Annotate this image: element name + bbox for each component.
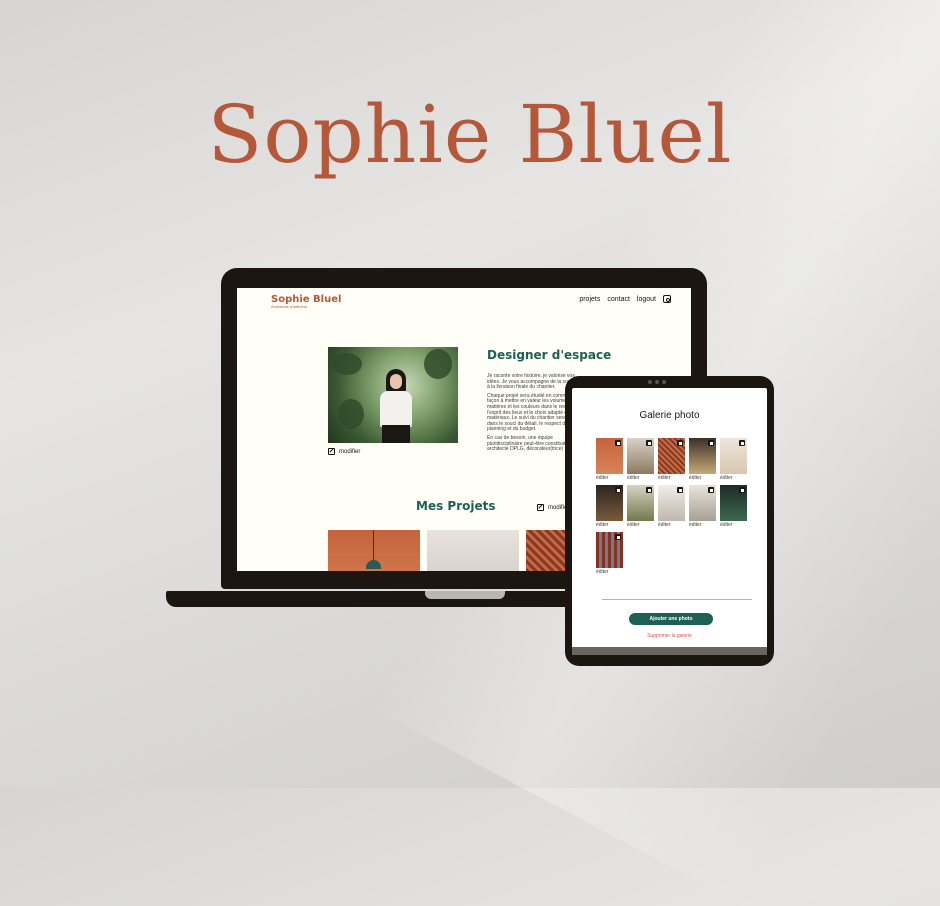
- about-title: Designer d'espace: [487, 348, 612, 362]
- trash-icon[interactable]: [615, 487, 621, 493]
- gallery-edit-label[interactable]: éditer: [596, 522, 623, 528]
- trash-icon[interactable]: [708, 487, 714, 493]
- gallery-item[interactable]: éditer: [596, 485, 623, 528]
- gallery-thumb: [596, 438, 623, 474]
- portrait-photo: [328, 347, 458, 443]
- gallery-edit-label[interactable]: éditer: [720, 475, 747, 481]
- gallery-thumb: [658, 438, 685, 474]
- portrait-shirt: [380, 391, 412, 427]
- lamp-shade: [366, 560, 381, 569]
- gallery-thumb: [596, 532, 623, 568]
- gallery-thumb: [689, 438, 716, 474]
- gallery-edit-label[interactable]: éditer: [658, 475, 685, 481]
- about-edit-button[interactable]: modifier: [328, 448, 360, 455]
- nav-link-logout[interactable]: logout: [637, 296, 656, 303]
- gallery-edit-label[interactable]: éditer: [658, 522, 685, 528]
- trash-icon[interactable]: [615, 440, 621, 446]
- gallery-thumb: [596, 485, 623, 521]
- gallery-thumb: [720, 438, 747, 474]
- edit-icon: [537, 504, 544, 511]
- foliage: [332, 353, 362, 375]
- trash-icon[interactable]: [677, 440, 683, 446]
- lamp-cord: [373, 530, 374, 562]
- trash-icon[interactable]: [708, 440, 714, 446]
- site-nav: projets contact logout: [579, 295, 671, 303]
- background-page-strip: [572, 647, 767, 655]
- gallery-item[interactable]: éditer: [596, 532, 623, 575]
- gallery-item[interactable]: éditer: [720, 438, 747, 481]
- tablet-mockup: Galerie photo éditer éditer éditer édite…: [565, 376, 774, 666]
- trash-icon[interactable]: [739, 440, 745, 446]
- gallery-item[interactable]: éditer: [689, 485, 716, 528]
- modal-divider: [602, 599, 752, 600]
- project-thumbnail[interactable]: [427, 530, 519, 571]
- gallery-edit-label[interactable]: éditer: [689, 475, 716, 481]
- trash-icon[interactable]: [646, 440, 652, 446]
- gallery-item[interactable]: éditer: [627, 438, 654, 481]
- about-edit-label: modifier: [339, 448, 361, 455]
- laptop-notch: [425, 591, 505, 599]
- edit-icon: [328, 448, 335, 455]
- site-logo[interactable]: Sophie Bluel Architecte d'intérieur: [271, 294, 341, 309]
- gallery-thumb: [720, 485, 747, 521]
- camera-dot: [662, 380, 666, 384]
- delete-gallery-link[interactable]: Supprimer la galerie: [572, 633, 767, 639]
- gallery-edit-label[interactable]: éditer: [596, 475, 623, 481]
- gallery-item[interactable]: éditer: [658, 438, 685, 481]
- gallery-edit-label[interactable]: éditer: [689, 522, 716, 528]
- gallery-modal: Galerie photo éditer éditer éditer édite…: [572, 388, 767, 655]
- hero-title: Sophie Bluel: [207, 88, 733, 181]
- camera-dot: [655, 380, 659, 384]
- gallery-item[interactable]: éditer: [689, 438, 716, 481]
- gallery-edit-label[interactable]: éditer: [596, 569, 623, 575]
- gallery-grid: éditer éditer éditer éditer éditer édite…: [596, 438, 756, 575]
- nav-link-projects[interactable]: projets: [579, 296, 600, 303]
- foliage: [424, 349, 452, 379]
- camera-dot: [648, 380, 652, 384]
- modal-title: Galerie photo: [639, 410, 700, 421]
- gallery-item[interactable]: éditer: [720, 485, 747, 528]
- trash-icon[interactable]: [739, 487, 745, 493]
- gallery-edit-label[interactable]: éditer: [627, 522, 654, 528]
- trash-icon[interactable]: [646, 487, 652, 493]
- project-thumbnail[interactable]: [328, 530, 420, 571]
- gallery-thumb: [627, 485, 654, 521]
- instagram-icon[interactable]: [663, 295, 671, 303]
- trash-icon[interactable]: [615, 534, 621, 540]
- trash-icon[interactable]: [677, 487, 683, 493]
- foliage: [338, 399, 364, 429]
- nav-link-contact[interactable]: contact: [607, 296, 630, 303]
- gallery-edit-label[interactable]: éditer: [627, 475, 654, 481]
- gallery-thumb: [658, 485, 685, 521]
- gallery-thumb: [689, 485, 716, 521]
- projects-title: Mes Projets: [416, 499, 496, 513]
- portrait-face: [390, 374, 402, 389]
- add-photo-button[interactable]: Ajouter une photo: [629, 613, 713, 625]
- tablet-camera: [648, 380, 666, 384]
- gallery-edit-label[interactable]: éditer: [720, 522, 747, 528]
- portrait-skirt: [382, 425, 410, 443]
- gallery-item[interactable]: éditer: [658, 485, 685, 528]
- gallery-thumb: [627, 438, 654, 474]
- gallery-item[interactable]: éditer: [596, 438, 623, 481]
- gallery-item[interactable]: éditer: [627, 485, 654, 528]
